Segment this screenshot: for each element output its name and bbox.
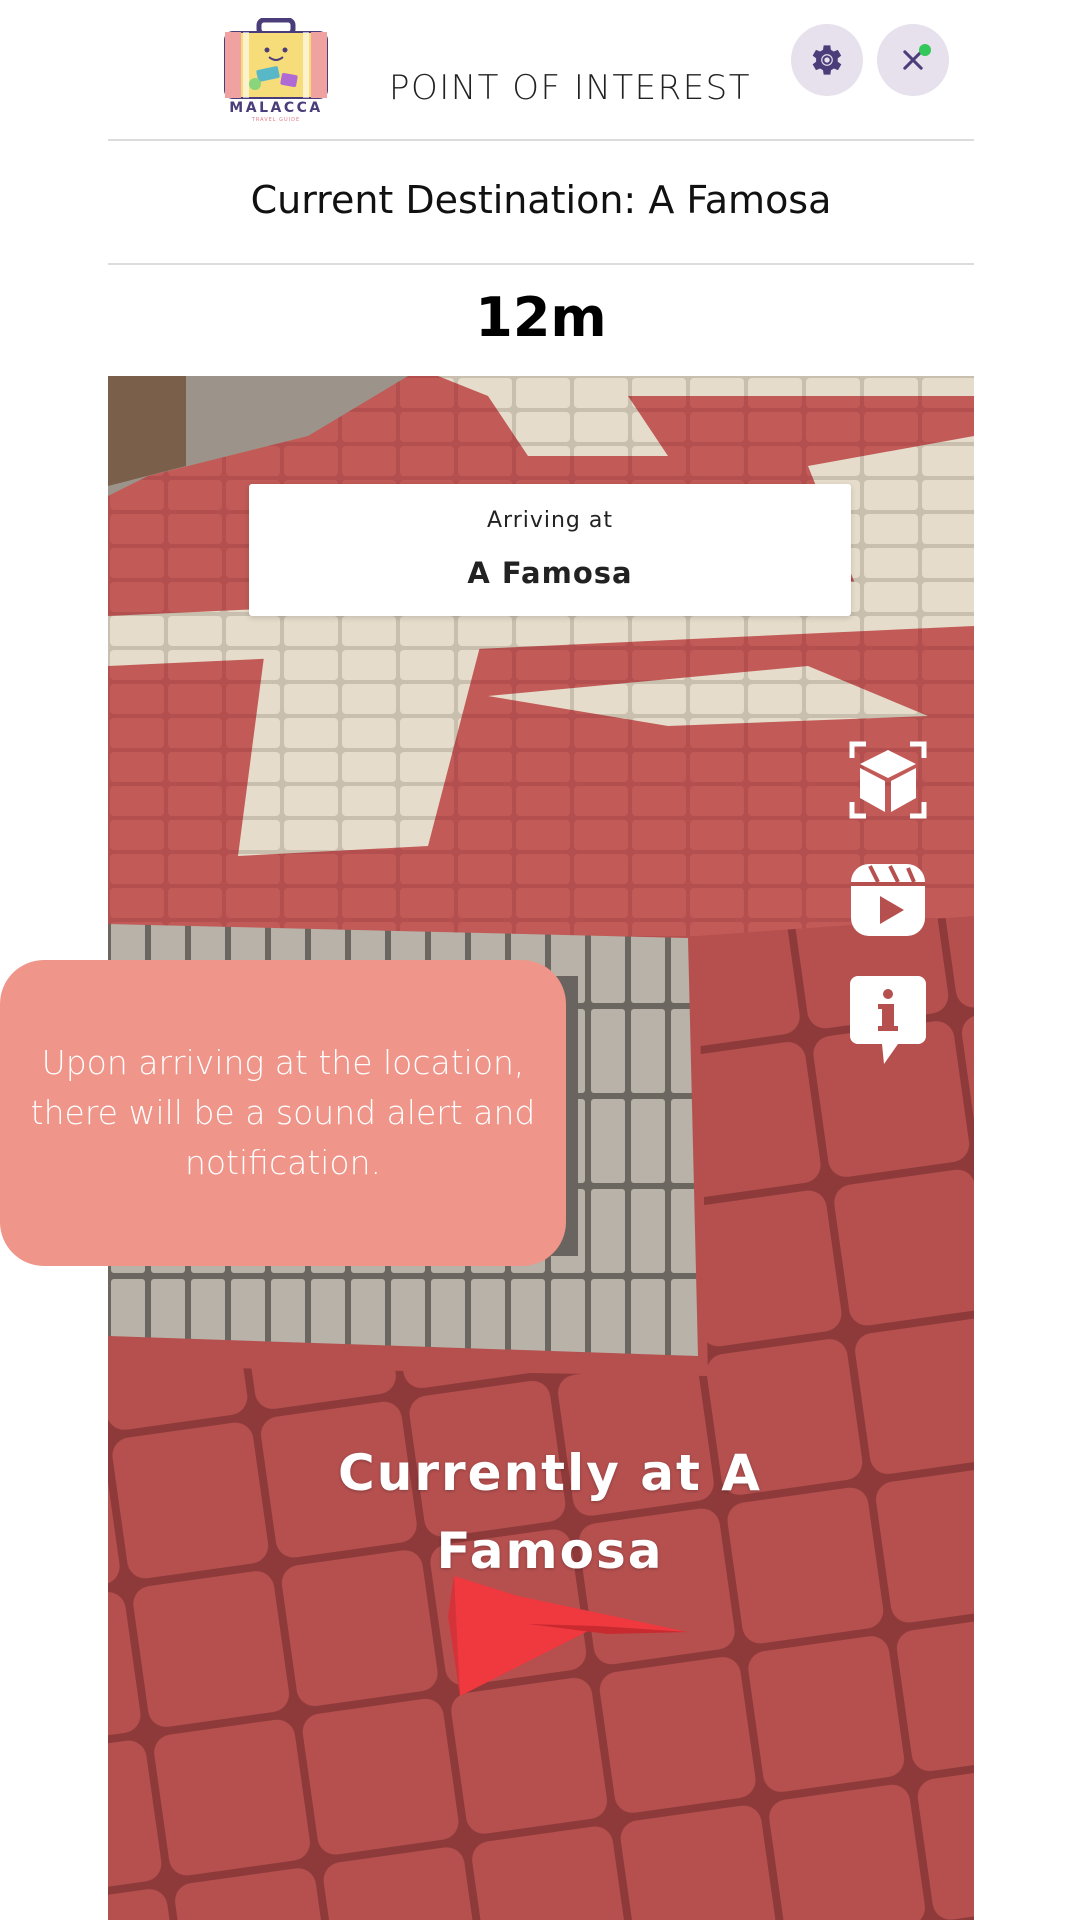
current-destination: Current Destination: A Famosa — [250, 178, 832, 222]
suitcase-icon — [224, 18, 328, 99]
status-dot — [919, 44, 931, 56]
close-button[interactable] — [877, 24, 949, 96]
arriving-place-name: A Famosa — [467, 556, 633, 590]
destination-divider — [108, 263, 974, 265]
arriving-card: Arriving at A Famosa — [249, 484, 851, 616]
arriving-label: Arriving at — [486, 508, 613, 533]
video-button[interactable] — [848, 860, 928, 940]
page-title: POINT OF INTEREST — [388, 68, 752, 108]
ar-cube-icon — [849, 741, 927, 819]
settings-button[interactable] — [791, 24, 863, 96]
info-bubble-icon — [850, 976, 926, 1064]
header-divider — [108, 139, 974, 141]
onboarding-tooltip[interactable]: Upon arriving at the location, there wil… — [0, 960, 566, 1266]
gear-icon — [812, 45, 842, 75]
distance-readout: 12m — [475, 286, 607, 349]
logo-text: MALACCA — [229, 100, 323, 116]
tooltip-text: Upon arriving at the location, there wil… — [30, 1043, 536, 1182]
video-reel-icon — [851, 864, 925, 936]
navigation-arrow-icon — [448, 1576, 688, 1696]
app-logo: MALACCA TRAVEL GUIDE — [218, 18, 334, 126]
ar-view-button[interactable] — [848, 740, 928, 820]
logo-subtext: TRAVEL GUIDE — [251, 117, 301, 123]
info-button[interactable] — [848, 974, 928, 1070]
